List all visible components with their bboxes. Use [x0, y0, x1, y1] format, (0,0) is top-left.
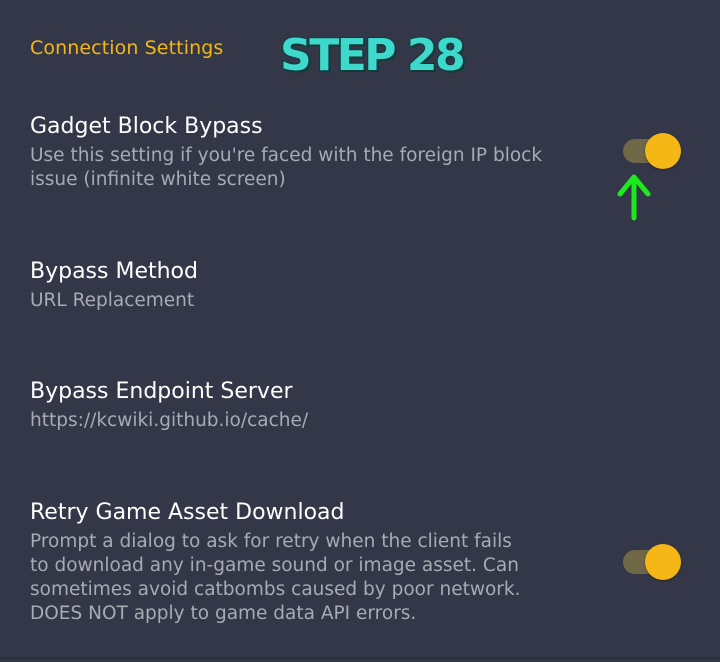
bottom-divider — [0, 657, 720, 659]
pref-gadget-block-bypass[interactable]: Gadget Block Bypass Use this setting if … — [30, 112, 570, 192]
pref-bypass-endpoint-server[interactable]: Bypass Endpoint Server https://kcwiki.gi… — [30, 377, 570, 433]
pref-title: Bypass Endpoint Server — [30, 379, 293, 404]
pref-retry-game-asset-download[interactable]: Retry Game Asset Download Prompt a dialo… — [30, 498, 528, 626]
pref-summary: URL Replacement — [30, 290, 195, 311]
pref-summary: https://kcwiki.github.io/cache/ — [30, 410, 309, 431]
retry-game-asset-download-toggle[interactable] — [623, 542, 687, 582]
pref-summary: Prompt a dialog to ask for retry when th… — [30, 531, 521, 624]
step-annotation-label: STEP 28 — [279, 29, 467, 82]
pref-summary: Use this setting if you're faced with th… — [30, 145, 543, 190]
arrow-up-icon — [617, 174, 651, 221]
toggle-thumb — [645, 133, 681, 169]
pref-title: Gadget Block Bypass — [30, 114, 263, 139]
pref-bypass-method[interactable]: Bypass Method URL Replacement — [30, 257, 570, 313]
toggle-thumb — [645, 544, 681, 580]
pref-title: Retry Game Asset Download — [30, 500, 345, 525]
pref-title: Bypass Method — [30, 259, 198, 284]
gadget-block-bypass-toggle[interactable] — [623, 131, 687, 171]
section-header-connection-settings: Connection Settings — [30, 37, 224, 59]
